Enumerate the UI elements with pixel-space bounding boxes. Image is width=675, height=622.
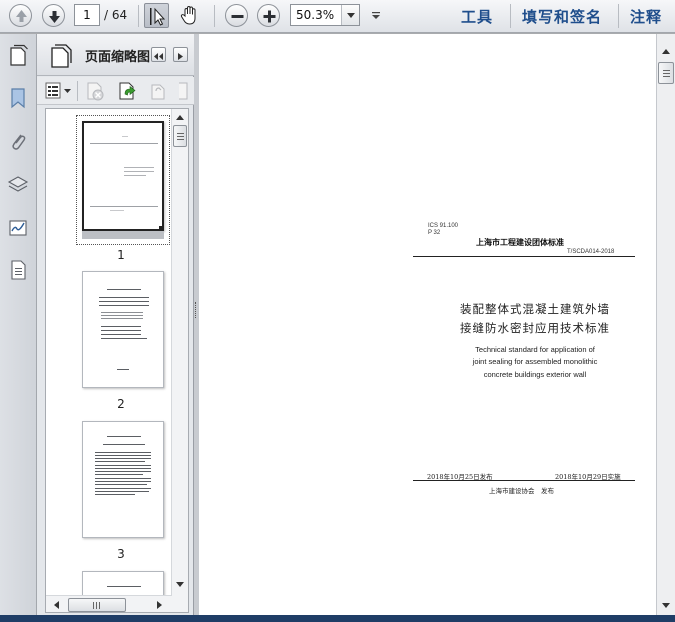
title-english-line-1: Technical standard for application of xyxy=(475,345,595,354)
thumbnail-label: 3 xyxy=(117,547,125,561)
chevron-down-icon xyxy=(347,13,355,18)
footer-rule xyxy=(413,480,635,481)
next-page-button[interactable] xyxy=(42,4,65,27)
content-icon[interactable] xyxy=(7,258,29,282)
toolbar-divider xyxy=(618,4,619,28)
arrow-up-icon xyxy=(16,10,27,22)
arrow-down-icon xyxy=(49,11,60,23)
document-vertical-scrollbar[interactable] xyxy=(656,34,675,622)
collapse-panel-button[interactable] xyxy=(151,47,166,62)
thumbnail-vertical-scrollbar[interactable] xyxy=(171,109,188,612)
classification-code: P 32 xyxy=(428,230,441,236)
minus-icon xyxy=(231,15,244,18)
selection-outline xyxy=(76,115,170,245)
scroll-up-arrow-icon[interactable] xyxy=(174,113,186,123)
zoom-value: 50.3% xyxy=(296,8,335,22)
delete-page-icon[interactable] xyxy=(85,81,107,101)
rotate-page-icon[interactable] xyxy=(117,81,139,101)
expand-panel-button[interactable] xyxy=(173,47,188,62)
fill-sign-menu[interactable]: 填写和签名 xyxy=(522,6,602,27)
title-english-line-3: concrete buildings exterior wall xyxy=(483,370,587,379)
horizontal-scroll-thumb[interactable] xyxy=(68,598,126,612)
signatures-icon[interactable] xyxy=(7,216,29,240)
page-total: / 64 xyxy=(104,8,128,22)
thumbnail-horizontal-scrollbar[interactable] xyxy=(46,595,172,612)
zoom-dropdown-button[interactable] xyxy=(341,5,359,25)
bookmark-icon[interactable] xyxy=(7,86,29,110)
hand-icon xyxy=(180,5,196,25)
page-thumbnails-icon xyxy=(51,44,72,68)
scroll-left-arrow-icon[interactable] xyxy=(52,600,62,610)
standard-organization: 上海市工程建设团体标准 xyxy=(476,238,564,247)
panel-title: 页面缩略图 xyxy=(85,50,151,65)
more-tools-icon[interactable] xyxy=(175,81,189,101)
toolbar-divider xyxy=(510,4,511,28)
double-chevron-left-icon xyxy=(154,53,163,60)
dropdown-menu-icon xyxy=(372,12,380,19)
title-english-line-2: joint sealing for assembled monolithic xyxy=(472,357,598,366)
publisher: 上海市建设协会 发布 xyxy=(489,487,554,495)
attachment-icon[interactable] xyxy=(7,130,29,154)
cursor-icon xyxy=(150,7,166,26)
layers-icon[interactable] xyxy=(7,172,29,196)
scroll-down-arrow-icon[interactable] xyxy=(174,579,186,589)
scroll-down-arrow-icon[interactable] xyxy=(660,600,672,610)
navigation-pane-strip xyxy=(0,34,37,622)
toolbar-divider xyxy=(214,5,215,27)
zoom-in-button[interactable] xyxy=(257,4,280,27)
page-thumbnails-icon[interactable] xyxy=(7,44,29,68)
main-toolbar: 1 / 64 50.3% 工具 填写和签名 注释 xyxy=(0,0,675,33)
plus-icon xyxy=(263,10,276,23)
toolbar-options-button[interactable] xyxy=(367,3,385,28)
select-tool-button[interactable] xyxy=(144,3,169,28)
thumbnail-page-2[interactable] xyxy=(82,271,164,388)
scroll-thumb[interactable] xyxy=(658,62,674,84)
taskbar-edge xyxy=(0,615,675,622)
previous-page-button[interactable] xyxy=(9,4,32,27)
header-rule xyxy=(413,256,635,257)
page-number-input[interactable]: 1 xyxy=(74,4,100,26)
tools-menu[interactable]: 工具 xyxy=(461,6,493,27)
zoom-out-button[interactable] xyxy=(225,4,248,27)
standard-number: T/SCDA014-2018 xyxy=(567,249,615,255)
hand-tool-button[interactable] xyxy=(177,3,202,28)
thumbnail-label: 2 xyxy=(117,397,125,411)
ics-code: ICS 91.100 xyxy=(428,223,459,229)
thumbnail-page-3[interactable] xyxy=(82,421,164,538)
thumbnail-list: 1 2 3 xyxy=(45,108,189,613)
scroll-thumb[interactable] xyxy=(173,125,187,147)
scroll-right-arrow-icon[interactable] xyxy=(154,600,164,610)
panel-toolbar xyxy=(37,77,194,105)
chevron-right-icon xyxy=(178,53,183,60)
title-chinese-line-2: 接缝防水密封应用技术标准 xyxy=(460,321,610,335)
title-chinese-line-1: 装配整体式混凝土建筑外墙 xyxy=(460,302,610,316)
panel-header: 页面缩略图 xyxy=(37,34,194,76)
scroll-up-arrow-icon[interactable] xyxy=(660,47,672,57)
toolbar-divider xyxy=(138,5,139,27)
document-page: ICS 91.100 P 32 上海市工程建设团体标准 T/SCDA014-20… xyxy=(199,34,656,622)
toolbar-divider xyxy=(77,81,78,101)
copy-page-icon[interactable] xyxy=(147,81,169,101)
zoom-select[interactable]: 50.3% xyxy=(290,4,360,26)
comment-menu[interactable]: 注释 xyxy=(630,6,662,27)
thumbnail-label: 1 xyxy=(117,248,125,262)
thumbnail-panel: 页面缩略图 1 2 3 xyxy=(37,34,194,622)
options-menu-icon[interactable] xyxy=(45,82,73,100)
